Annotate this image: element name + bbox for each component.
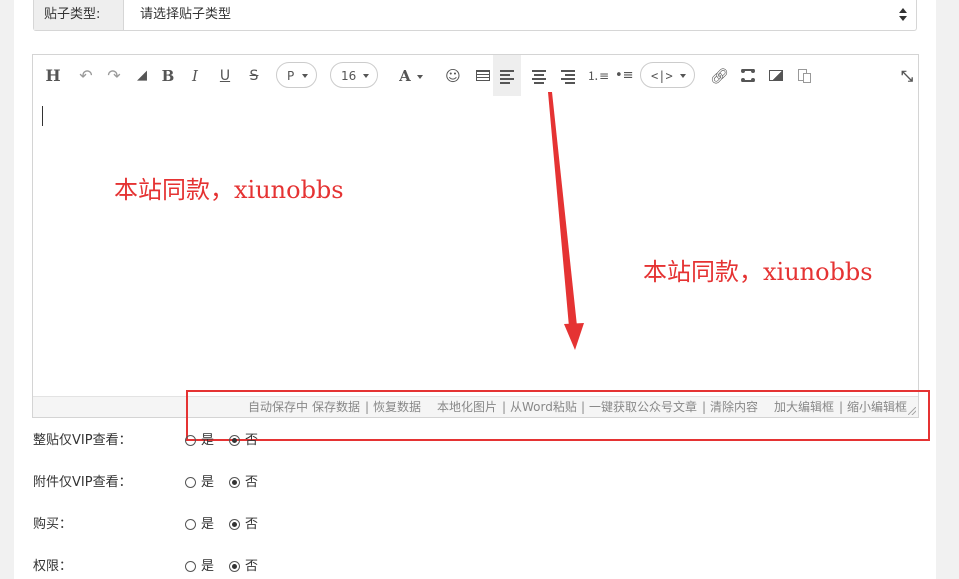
radio-no-label: 否 [245,433,259,448]
radio-no[interactable] [229,561,240,572]
radio-no[interactable] [229,519,240,530]
radio-no[interactable] [229,477,240,488]
radio-yes[interactable] [185,561,196,572]
radio-yes-label: 是 [201,517,215,532]
option-label: 整贴仅VIP查看： [33,433,132,448]
annotation-arrow [548,92,584,350]
option-label: 附件仅VIP查看： [33,475,132,490]
option-label: 购买： [33,517,73,532]
radio-yes-label: 是 [201,475,215,490]
radio-no-label: 否 [245,559,259,574]
radio-yes[interactable] [185,435,196,446]
radio-yes-label: 是 [201,433,215,448]
radio-no[interactable] [229,435,240,446]
radio-no-label: 否 [245,475,259,490]
radio-yes[interactable] [185,477,196,488]
highlight-box [186,390,930,441]
radio-yes[interactable] [185,519,196,530]
radio-yes-label: 是 [201,559,215,574]
radio-no-label: 否 [245,517,259,532]
option-label: 权限： [33,559,73,574]
